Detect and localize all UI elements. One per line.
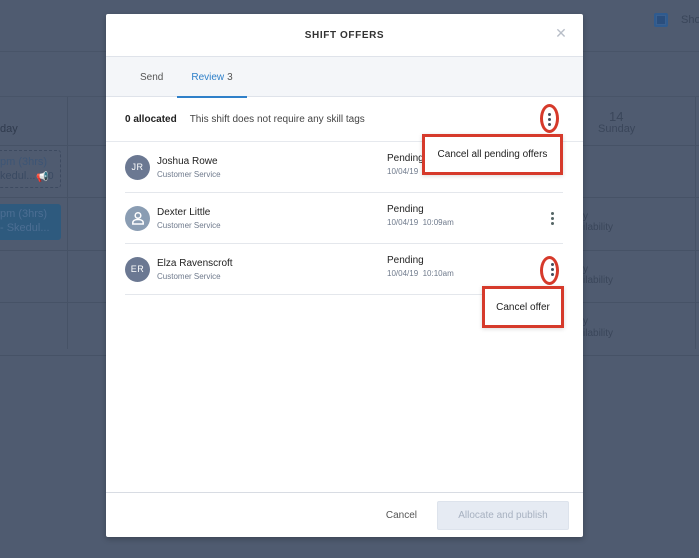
avatar: ER [125, 256, 150, 282]
availability-text: y [583, 316, 588, 327]
show-checkbox [654, 13, 668, 27]
offer-status: Pending [387, 255, 424, 266]
employee-name: Dexter Little [157, 206, 211, 218]
highlight-oval [540, 256, 559, 285]
employee-name: Joshua Rowe [157, 155, 218, 167]
modal-title: SHIFT OFFERS [304, 29, 385, 41]
user-icon [125, 205, 150, 231]
day-header-left: day [0, 123, 18, 135]
offer-timestamp: 10/04/19 10:10am [387, 269, 454, 278]
grid-line [67, 97, 68, 349]
offer-status: Pending [387, 204, 424, 215]
offer-count: 0 [48, 171, 54, 182]
shift-offers-modal: SHIFT OFFERS ✕ Send Review 3 0 allocated… [106, 14, 583, 537]
employee-name: Elza Ravenscroft [157, 257, 233, 269]
day-number: 14 [609, 109, 624, 124]
tab-label: Send [140, 71, 164, 83]
skill-tags-note: This shift does not require any skill ta… [189, 113, 365, 125]
avatar: JR [125, 154, 150, 180]
megaphone-icon: 📢 [36, 172, 49, 183]
day-name: Sunday [598, 123, 636, 135]
close-icon[interactable]: ✕ [555, 26, 567, 40]
offer-time: 10:10am [422, 269, 454, 278]
allocated-count: 0 allocated [125, 113, 177, 125]
modal-footer: Cancel Allocate and publish [106, 492, 583, 537]
tab-bar: Send Review 3 [106, 57, 583, 98]
tab-send[interactable]: Send [126, 57, 177, 97]
employee-role: Customer Service [157, 169, 221, 179]
cancel-all-pending-offers-menu-item[interactable]: Cancel all pending offers [422, 134, 563, 175]
modal-header: SHIFT OFFERS ✕ [106, 14, 583, 57]
cancel-offer-menu-item[interactable]: Cancel offer [482, 286, 564, 328]
shift-time: pm (3hrs) [0, 208, 48, 220]
offer-row: Dexter Little Customer Service Pending 1… [125, 193, 563, 244]
availability-text: ilability [583, 328, 614, 339]
shift-time: pm (3hrs) [0, 156, 48, 168]
user-silhouette-icon [131, 211, 144, 225]
offer-date: 10/04/19 [387, 269, 419, 278]
shift-title: - Skedul... [0, 222, 50, 234]
tab-count-badge: 3 [227, 71, 233, 83]
offer-timestamp: 10/04/19 10:09am [387, 218, 454, 227]
availability-text: ilability [583, 222, 614, 233]
employee-role: Customer Service [157, 271, 221, 281]
offer-date: 10/04/19 [387, 218, 419, 227]
highlight-oval [540, 104, 559, 133]
offer-date: 10/04/19 [387, 167, 419, 176]
more-options-icon[interactable] [547, 209, 557, 227]
availability-text: ilability [583, 275, 614, 286]
employee-role: Customer Service [157, 220, 221, 230]
cancel-button[interactable]: Cancel [386, 510, 417, 521]
availability-text: y [583, 211, 588, 222]
allocate-and-publish-button[interactable]: Allocate and publish [437, 500, 569, 530]
offer-time: 10:09am [422, 218, 454, 227]
tab-review[interactable]: Review 3 [177, 57, 248, 98]
grid-line [695, 97, 696, 349]
shift-title: kedul... [0, 170, 36, 182]
availability-text: y [583, 264, 588, 275]
tab-label: Review [191, 71, 225, 83]
show-label: Sho [681, 14, 699, 26]
